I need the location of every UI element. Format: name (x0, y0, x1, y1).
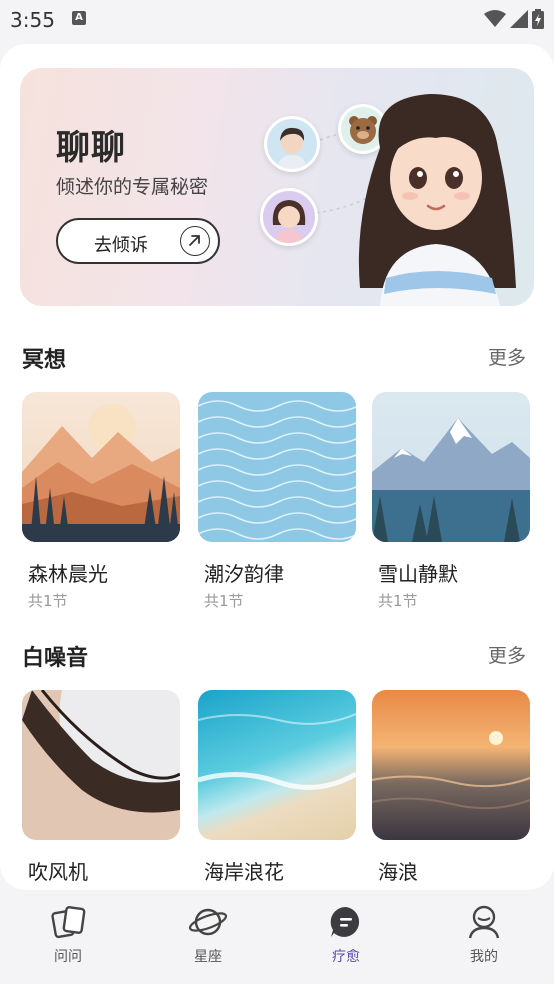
profile-icon (468, 905, 500, 939)
notification-icon: A (72, 11, 86, 25)
tab-label: 星座 (194, 949, 222, 965)
sunset-sea-image (372, 690, 530, 840)
forest-image (22, 392, 180, 542)
white-noise-card-waves[interactable]: 海浪 (372, 690, 530, 884)
meditation-title: 冥想 (22, 348, 67, 373)
card-title: 吹风机 (28, 860, 88, 884)
meditation-more-link[interactable]: 更多 (488, 343, 526, 370)
girl-illustration (358, 94, 516, 306)
main-content: 聊聊 倾述你的专属秘密 去倾诉 冥想 更多 森林晨光 共1节 潮汐韵律 共1节 … (0, 44, 554, 890)
bottom-tab-bar: 问问 星座 疗愈 我的 (0, 890, 554, 984)
status-icons (484, 9, 544, 29)
card-subtitle: 共1节 (204, 592, 244, 610)
status-time: 3:55 (10, 8, 55, 32)
meditation-card-snow-mountain[interactable]: 雪山静默 共1节 (372, 392, 530, 610)
tab-horoscope[interactable]: 星座 (168, 904, 248, 974)
status-bar: 3:55 A (0, 0, 554, 40)
white-noise-title: 白噪音 (22, 646, 89, 671)
tab-label: 疗愈 (332, 949, 360, 965)
card-title: 潮汐韵律 (204, 562, 284, 586)
card-subtitle: 共1节 (378, 592, 418, 610)
tab-label: 问问 (54, 949, 82, 965)
card-subtitle: 共1节 (28, 592, 68, 610)
coast-image (198, 690, 356, 840)
chat-banner[interactable]: 聊聊 倾述你的专属秘密 去倾诉 (20, 68, 534, 306)
tab-me[interactable]: 我的 (444, 904, 524, 974)
card-title: 海浪 (378, 860, 418, 884)
boy-avatar (264, 116, 320, 172)
tab-label: 我的 (470, 949, 498, 965)
girl-avatar (260, 188, 318, 246)
wifi-icon (484, 10, 506, 27)
chat-bubble-icon (330, 906, 360, 937)
tab-healing[interactable]: 疗愈 (306, 904, 386, 974)
card-title: 海岸浪花 (204, 860, 284, 884)
planet-icon (188, 908, 228, 936)
cards-icon (51, 906, 86, 939)
hair-image (22, 690, 180, 840)
battery-icon (532, 9, 544, 29)
tide-image (198, 392, 356, 542)
card-title: 雪山静默 (378, 562, 458, 586)
white-noise-card-coastal-waves[interactable]: 海岸浪花 (198, 690, 356, 884)
card-title: 森林晨光 (28, 562, 108, 586)
white-noise-more-link[interactable]: 更多 (488, 641, 526, 668)
tab-ask[interactable]: 问问 (28, 904, 108, 974)
white-noise-card-hairdryer[interactable]: 吹风机 (22, 690, 180, 884)
snow-mountain-image (372, 392, 530, 542)
signal-icon (510, 10, 528, 28)
meditation-card-tide[interactable]: 潮汐韵律 共1节 (198, 392, 356, 610)
meditation-card-forest[interactable]: 森林晨光 共1节 (22, 392, 180, 610)
